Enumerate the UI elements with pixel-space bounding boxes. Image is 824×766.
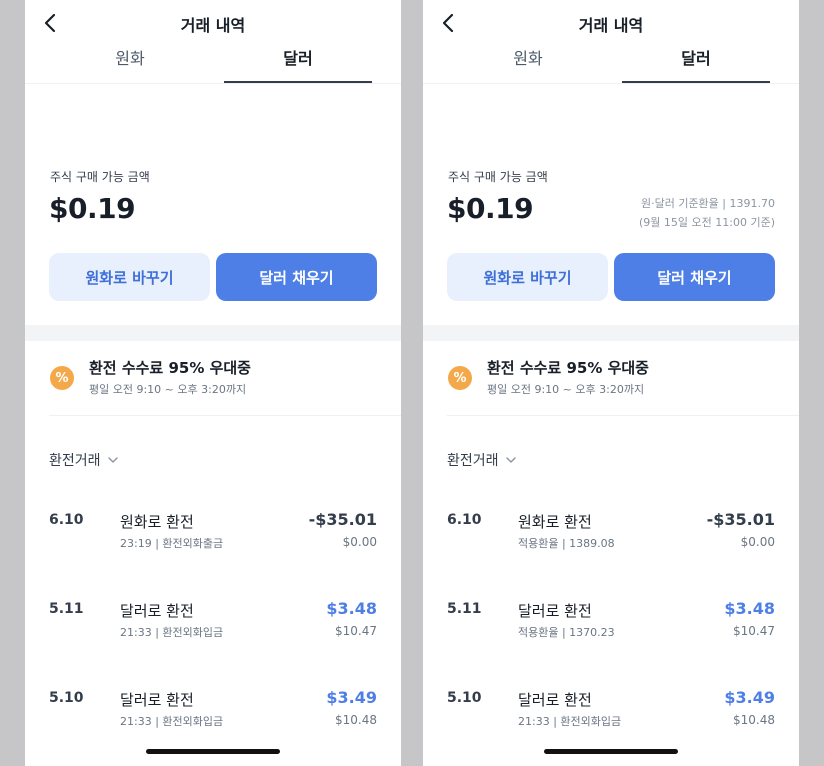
transaction-balance: $0.00 — [342, 535, 377, 549]
transaction-title: 달러로 환전 — [518, 602, 592, 620]
fill-usd-button[interactable]: 달러 채우기 — [614, 253, 775, 301]
rate-timestamp: (9월 15일 오전 11:00 기준) — [639, 216, 775, 229]
transaction-date: 5.10 — [447, 690, 482, 706]
promo-subtitle: 평일 오전 9:10 ~ 오후 3:20까지 — [487, 383, 645, 396]
section-separator — [25, 325, 401, 341]
transaction-date: 5.10 — [49, 690, 84, 706]
available-amount: $0.19 — [447, 192, 534, 225]
tab-usd[interactable]: 달러 — [223, 45, 373, 69]
filter-label: 환전거래 — [49, 453, 101, 469]
transaction-detail: 적용환율 | 1389.08 — [518, 537, 615, 550]
transaction-row[interactable]: 5.10 달러로 환전 21:33 | 환전외화입금 $3.49 $10.48 — [423, 688, 799, 750]
transaction-row[interactable]: 5.10 달러로 환전 21:33 | 환전외화입금 $3.49 $10.48 — [25, 688, 401, 750]
transaction-detail: 21:33 | 환전외화입금 — [120, 715, 224, 728]
convert-to-krw-button[interactable]: 원화로 바꾸기 — [447, 253, 608, 301]
available-amount: $0.19 — [49, 192, 136, 225]
tab-krw[interactable]: 원화 — [55, 45, 205, 69]
home-indicator[interactable] — [146, 749, 280, 754]
divider — [49, 415, 401, 416]
transaction-balance: $0.00 — [740, 535, 775, 549]
transaction-balance: $10.48 — [733, 713, 775, 727]
tab-usd[interactable]: 달러 — [621, 45, 771, 69]
divider — [25, 83, 401, 84]
filter-label: 환전거래 — [447, 453, 499, 469]
promo-subtitle: 평일 오전 9:10 ~ 오후 3:20까지 — [89, 383, 247, 396]
percent-icon: % — [448, 366, 472, 390]
transaction-amount: $3.49 — [326, 688, 377, 707]
promo-title: 환전 수수료 95% 우대중 — [89, 359, 251, 377]
available-amount-label: 주식 구매 가능 금액 — [50, 170, 150, 184]
transaction-title: 원화로 환전 — [518, 513, 592, 531]
promo-title: 환전 수수료 95% 우대중 — [487, 359, 649, 377]
transaction-row[interactable]: 5.11 달러로 환전 적용환율 | 1370.23 $3.48 $10.47 — [423, 599, 799, 661]
transaction-amount: -$35.01 — [308, 510, 377, 529]
transaction-amount: $3.49 — [724, 688, 775, 707]
page-title: 거래 내역 — [180, 16, 246, 35]
transaction-detail: 21:33 | 환전외화입금 — [120, 626, 224, 639]
exchange-rate-info: 원·달러 기준환율 | 1391.70 (9월 15일 오전 11:00 기준) — [639, 194, 775, 232]
transaction-amount: $3.48 — [724, 599, 775, 618]
exchange-filter-dropdown[interactable]: 환전거래 — [49, 450, 119, 470]
transaction-date: 6.10 — [49, 512, 84, 528]
page-title: 거래 내역 — [578, 16, 644, 35]
exchange-filter-dropdown[interactable]: 환전거래 — [447, 450, 517, 470]
home-indicator[interactable] — [544, 749, 678, 754]
transaction-detail: 적용환율 | 1370.23 — [518, 626, 615, 639]
base-rate-text: 원·달러 기준환율 | 1391.70 — [640, 197, 775, 210]
transaction-title: 달러로 환전 — [518, 691, 592, 709]
transaction-detail: 21:33 | 환전외화입금 — [518, 715, 622, 728]
screen-left: 거래 내역 원화 달러 주식 구매 가능 금액 $0.19 원화로 바꾸기 달러… — [25, 0, 401, 766]
transaction-balance: $10.47 — [335, 624, 377, 638]
percent-icon: % — [50, 366, 74, 390]
convert-to-krw-button[interactable]: 원화로 바꾸기 — [49, 253, 210, 301]
divider — [423, 83, 799, 84]
tab-krw[interactable]: 원화 — [453, 45, 603, 69]
transaction-date: 5.11 — [447, 601, 482, 617]
divider — [447, 415, 799, 416]
transaction-balance: $10.48 — [335, 713, 377, 727]
screen-right: 거래 내역 원화 달러 주식 구매 가능 금액 $0.19 원·달러 기준환율 … — [423, 0, 799, 766]
transaction-title: 달러로 환전 — [120, 602, 194, 620]
transaction-row[interactable]: 5.11 달러로 환전 21:33 | 환전외화입금 $3.48 $10.47 — [25, 599, 401, 661]
header: 거래 내역 원화 달러 — [25, 0, 401, 84]
header: 거래 내역 원화 달러 — [423, 0, 799, 84]
transaction-title: 원화로 환전 — [120, 513, 194, 531]
available-amount-label: 주식 구매 가능 금액 — [448, 170, 548, 184]
transaction-balance: $10.47 — [733, 624, 775, 638]
transaction-detail: 23:19 | 환전외화출금 — [120, 537, 224, 550]
transaction-amount: $3.48 — [326, 599, 377, 618]
transaction-date: 5.11 — [49, 601, 84, 617]
fill-usd-button[interactable]: 달러 채우기 — [216, 253, 377, 301]
transaction-title: 달러로 환전 — [120, 691, 194, 709]
chevron-down-icon — [107, 457, 118, 463]
chevron-down-icon — [505, 457, 516, 463]
transaction-amount: -$35.01 — [706, 510, 775, 529]
section-separator — [423, 325, 799, 341]
transaction-row[interactable]: 6.10 원화로 환전 23:19 | 환전외화출금 -$35.01 $0.00 — [25, 510, 401, 572]
transaction-date: 6.10 — [447, 512, 482, 528]
transaction-row[interactable]: 6.10 원화로 환전 적용환율 | 1389.08 -$35.01 $0.00 — [423, 510, 799, 572]
